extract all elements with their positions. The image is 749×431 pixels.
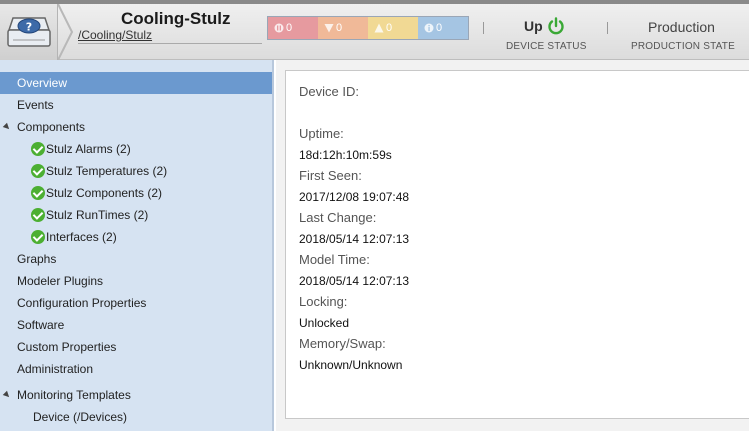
status-ok-icon [31,142,45,156]
device-path-link[interactable]: /Cooling/Stulz [78,28,152,42]
event-info-count[interactable]: 0 [418,17,468,39]
overview-main: Device ID: Uptime: 18d:12h:10m:59s First… [276,60,749,431]
model-time-label: Model Time: [299,252,370,267]
sidebar-item-label: Interfaces (2) [46,230,117,244]
sidebar-item-configuration-properties[interactable]: Configuration Properties [0,292,272,314]
expand-triangle-icon[interactable] [2,122,12,132]
sidebar-item-label: Graphs [17,252,57,266]
divider [607,22,608,34]
sidebar-item-graphs[interactable]: Graphs [0,248,272,270]
production-state-label: PRODUCTION STATE [631,41,735,52]
event-info-value: 0 [436,22,443,34]
sidebar-item-stulz-runtimes[interactable]: Stulz RunTimes (2) [0,204,272,226]
memory-swap-value: Unknown/Unknown [299,358,403,372]
warning-icon [374,23,384,33]
sidebar-item-label: Custom Properties [17,340,117,354]
uptime-value: 18d:12h:10m:59s [299,148,392,162]
sidebar-item-administration[interactable]: Administration [0,358,272,380]
status-ok-icon [31,230,45,244]
sidebar-item-label: Monitoring Templates [17,388,131,402]
device-status-value: Up [524,18,543,34]
memory-swap-label: Memory/Swap: [299,336,386,351]
sidebar-item-label: Administration [17,362,94,376]
status-ok-icon [31,186,45,200]
sidebar-item-software[interactable]: Software [0,314,272,336]
breadcrumb-chevron-icon [58,4,74,60]
sidebar-item-label: Stulz RunTimes (2) [46,208,149,222]
event-warning-count[interactable]: 0 [368,17,418,39]
device-header: ? Cooling-Stulz /Cooling/Stulz 0 0 0 0 U… [0,0,749,60]
sidebar-item-label: Overview [17,76,68,90]
sidebar-item-label: Events [17,98,54,112]
sidebar-item-label: Stulz Alarms (2) [46,142,131,156]
event-error-value: 0 [336,22,343,34]
help-device-icon: ? [7,17,51,47]
device-overview-panel: Device ID: Uptime: 18d:12h:10m:59s First… [285,70,749,419]
critical-icon [274,23,284,33]
device-class-icon[interactable]: ? [0,4,58,60]
divider [483,22,484,34]
device-id-label: Device ID: [299,84,359,99]
sidebar-item-label: Modeler Plugins [17,274,104,288]
error-icon [324,23,334,33]
locking-label: Locking: [299,294,348,309]
locking-value: Unlocked [299,316,350,330]
event-critical-value: 0 [286,22,293,34]
first-seen-value: 2017/12/08 19:07:48 [299,190,410,204]
sidebar-item-stulz-alarms[interactable]: Stulz Alarms (2) [0,138,272,160]
expand-triangle-icon[interactable] [2,390,12,400]
event-rainbow[interactable]: 0 0 0 0 [267,16,469,40]
sidebar-item-label: Configuration Properties [17,296,147,310]
sidebar-nav: Overview Events Components Stulz Alarms … [0,60,274,431]
sidebar-item-modeler-plugins[interactable]: Modeler Plugins [0,270,272,292]
event-critical-count[interactable]: 0 [268,17,318,39]
sidebar-item-components[interactable]: Components [0,116,272,138]
info-icon [424,23,434,33]
event-error-count[interactable]: 0 [318,17,368,39]
sidebar-item-stulz-components[interactable]: Stulz Components (2) [0,182,272,204]
power-icon [548,17,564,35]
status-ok-icon [31,164,45,178]
status-ok-icon [31,208,45,222]
sidebar-item-label: Device (/Devices) [33,410,128,424]
last-change-value: 2018/05/14 12:07:13 [299,232,410,246]
uptime-label: Uptime: [299,126,344,141]
sidebar-item-interfaces[interactable]: Interfaces (2) [0,226,272,248]
sidebar-item-label: Components [17,120,86,134]
sidebar-item-label: Software [17,318,65,332]
header-top-strip [0,0,749,4]
sidebar-item-events[interactable]: Events [0,94,272,116]
sidebar-item-label: Stulz Components (2) [46,186,163,200]
sidebar-item-custom-properties[interactable]: Custom Properties [0,336,272,358]
svg-text:?: ? [26,21,32,34]
production-state-value: Production [648,19,715,35]
sidebar-item-monitoring-templates[interactable]: Monitoring Templates [0,384,272,406]
event-warning-value: 0 [386,22,393,34]
last-change-label: Last Change: [299,210,377,225]
model-time-value: 2018/05/14 12:07:13 [299,274,410,288]
first-seen-label: First Seen: [299,168,362,183]
sidebar-item-stulz-temperatures[interactable]: Stulz Temperatures (2) [0,160,272,182]
device-status-label: DEVICE STATUS [506,41,587,52]
sidebar-item-device-template[interactable]: Device (/Devices) [0,406,272,428]
sidebar-item-overview[interactable]: Overview [0,72,272,94]
divider [78,43,262,44]
device-title: Cooling-Stulz [121,9,231,28]
sidebar-item-label: Stulz Temperatures (2) [46,164,168,178]
